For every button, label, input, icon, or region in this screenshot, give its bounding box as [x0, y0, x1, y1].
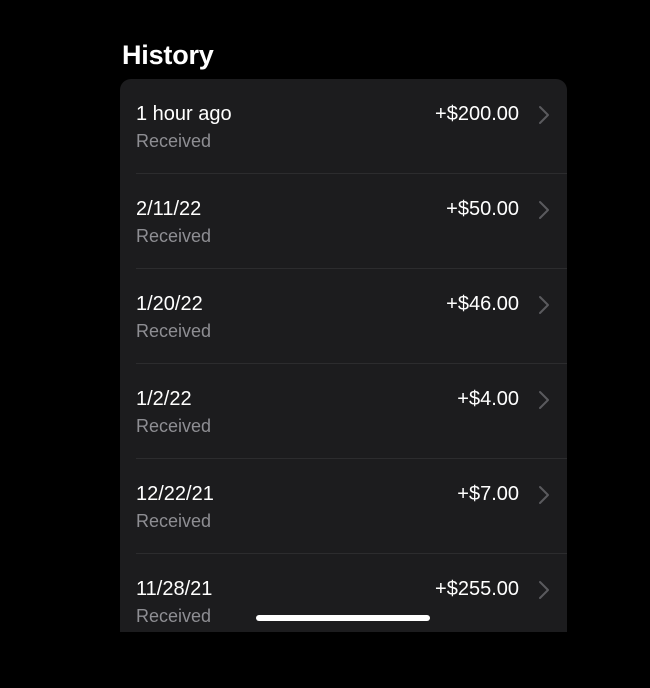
transaction-amount: +$255.00 [435, 578, 519, 600]
transaction-status: Received [136, 226, 212, 246]
chevron-right-icon [539, 106, 549, 124]
transaction-date: 12/22/21 [136, 483, 214, 505]
transaction-amount: +$7.00 [457, 483, 519, 505]
history-list[interactable]: 1 hour ago Received +$200.00 2/11/22 Rec… [120, 79, 567, 632]
transaction-date: 1/2/22 [136, 388, 192, 410]
transaction-date: 11/28/21 [136, 578, 213, 600]
transaction-amount: +$200.00 [435, 103, 519, 125]
transaction-status: Received [136, 511, 212, 531]
screen: History 1 hour ago Received +$200.00 2/1… [0, 0, 650, 688]
transaction-amount: +$46.00 [446, 293, 519, 315]
chevron-right-icon [539, 581, 549, 599]
transaction-status: Received [136, 606, 212, 626]
transaction-status: Received [136, 131, 212, 151]
transaction-status: Received [136, 416, 212, 436]
home-indicator[interactable] [256, 615, 430, 621]
chevron-right-icon [539, 296, 549, 314]
chevron-right-icon [539, 201, 549, 219]
history-row[interactable]: 1/2/22 Received +$4.00 [120, 364, 567, 459]
chevron-right-icon [539, 391, 549, 409]
page-title: History [122, 40, 214, 70]
transaction-amount: +$4.00 [457, 388, 519, 410]
transaction-date: 2/11/22 [136, 198, 202, 220]
transaction-amount: +$50.00 [446, 198, 519, 220]
history-row[interactable]: 12/22/21 Received +$7.00 [120, 459, 567, 554]
history-row[interactable]: 2/11/22 Received +$50.00 [120, 174, 567, 269]
transaction-date: 1/20/22 [136, 293, 203, 315]
history-row[interactable]: 1 hour ago Received +$200.00 [120, 79, 567, 174]
chevron-right-icon [539, 486, 549, 504]
history-row[interactable]: 1/20/22 Received +$46.00 [120, 269, 567, 364]
transaction-date: 1 hour ago [136, 103, 232, 125]
transaction-status: Received [136, 321, 212, 341]
